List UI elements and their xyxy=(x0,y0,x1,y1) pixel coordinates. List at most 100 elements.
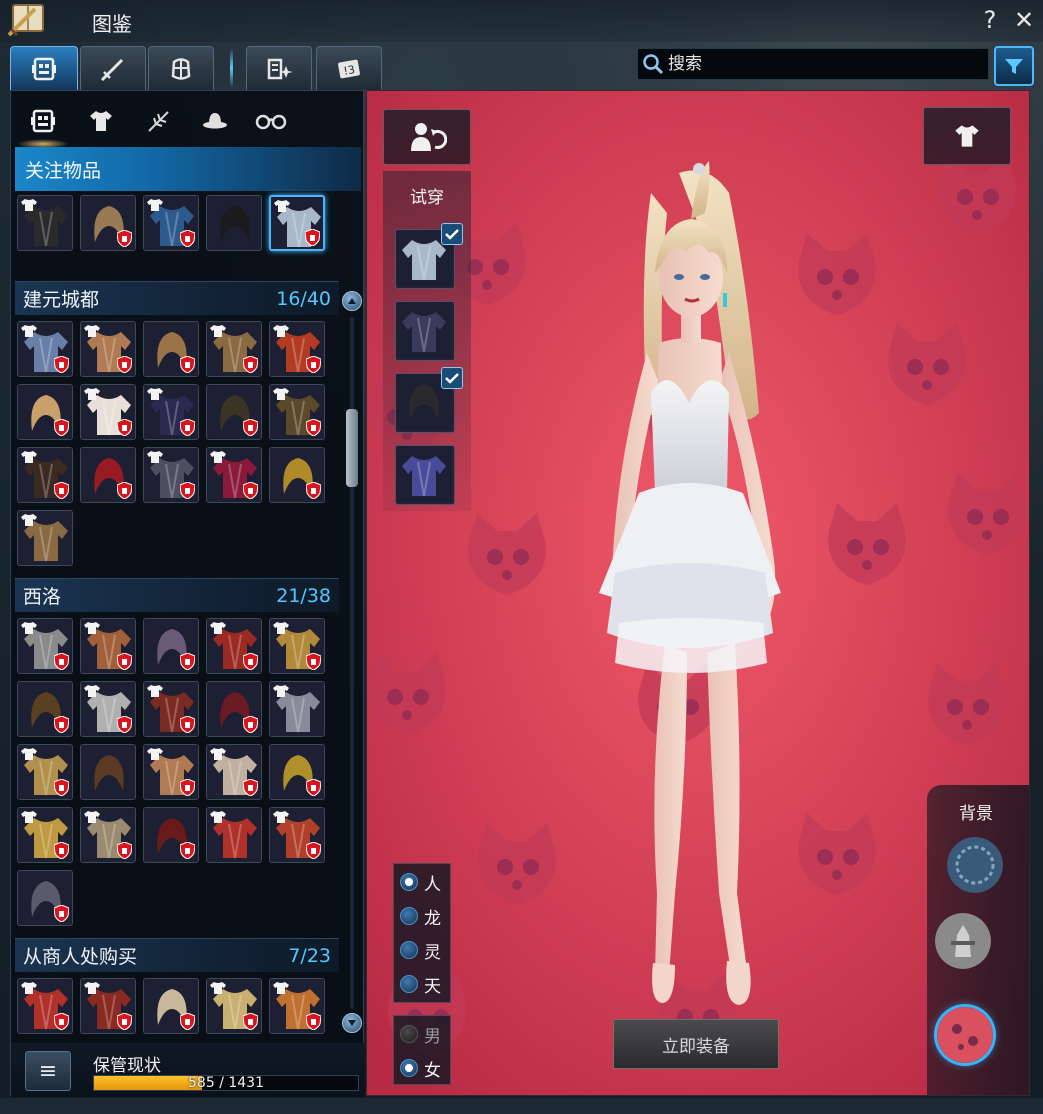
collection-item-slot[interactable] xyxy=(206,978,262,1034)
subtab-glasses[interactable] xyxy=(251,101,291,141)
help-button[interactable]: ? xyxy=(976,6,1004,34)
collection-item-slot[interactable] xyxy=(143,384,199,440)
radio-button[interactable] xyxy=(400,907,418,925)
filter-button[interactable] xyxy=(994,46,1034,86)
collection-item-slot[interactable] xyxy=(269,447,325,503)
collection-item-slot[interactable] xyxy=(269,744,325,800)
radio-button[interactable] xyxy=(400,1059,418,1077)
collection-item-slot[interactable] xyxy=(80,447,136,503)
radio-button[interactable] xyxy=(400,941,418,959)
collection-item-slot[interactable] xyxy=(269,978,325,1034)
background-option-tower[interactable] xyxy=(935,913,991,969)
section-header[interactable]: 从商人处购买 7/23 xyxy=(15,938,339,972)
collection-item-slot[interactable] xyxy=(269,321,325,377)
collection-item-slot[interactable] xyxy=(17,510,73,566)
try-on-slot-glasses[interactable] xyxy=(395,445,455,505)
collection-item-slot[interactable] xyxy=(17,618,73,674)
scroll-thumb[interactable] xyxy=(346,409,358,487)
radio-button[interactable] xyxy=(400,1025,418,1043)
lock-icon xyxy=(305,229,320,246)
section-header[interactable]: 西洛 21/38 xyxy=(15,578,339,612)
game-hud-strip xyxy=(0,1098,1043,1114)
collection-item-slot[interactable] xyxy=(206,618,262,674)
collection-item-slot[interactable] xyxy=(143,978,199,1034)
tab-card[interactable]: !3 xyxy=(316,46,382,90)
collection-item-slot[interactable] xyxy=(80,321,136,377)
search-box[interactable] xyxy=(637,48,989,80)
collection-item-slot[interactable] xyxy=(17,744,73,800)
collection-item-slot[interactable] xyxy=(206,681,262,737)
collection-item-slot[interactable] xyxy=(269,618,325,674)
collection-item-slot[interactable] xyxy=(80,807,136,863)
search-input[interactable] xyxy=(668,50,988,78)
section-header[interactable]: 建元城都 16/40 xyxy=(15,281,339,315)
outfit-marker-icon xyxy=(210,982,226,994)
gender-option[interactable]: 女 xyxy=(400,1054,441,1082)
collection-item-slot[interactable] xyxy=(143,807,199,863)
collection-item-slot[interactable] xyxy=(143,681,199,737)
favorite-item-slot[interactable] xyxy=(80,195,136,251)
collection-item-slot[interactable] xyxy=(206,384,262,440)
race-option[interactable]: 龙 xyxy=(400,902,441,930)
radio-button[interactable] xyxy=(400,873,418,891)
favorite-item-slot[interactable] xyxy=(269,195,325,251)
collection-item-slot[interactable] xyxy=(143,321,199,377)
menu-button[interactable]: ≡ xyxy=(25,1051,71,1091)
collection-item-slot[interactable] xyxy=(206,744,262,800)
collection-item-slot[interactable] xyxy=(269,384,325,440)
subtab-hat[interactable] xyxy=(195,101,235,141)
favorite-item-slot[interactable] xyxy=(143,195,199,251)
collection-item-slot[interactable] xyxy=(17,978,73,1034)
favorite-item-slot[interactable] xyxy=(17,195,73,251)
try-on-checkbox[interactable] xyxy=(441,223,463,245)
gender-option[interactable]: 男 xyxy=(400,1020,441,1048)
subtab-accessory[interactable] xyxy=(139,101,179,141)
collection-item-slot[interactable] xyxy=(80,618,136,674)
tab-armor[interactable] xyxy=(148,46,214,90)
favorite-item-slot[interactable] xyxy=(206,195,262,251)
scroll-down-button[interactable] xyxy=(342,1013,362,1033)
collection-item-slot[interactable] xyxy=(269,681,325,737)
race-option[interactable]: 人 xyxy=(400,868,441,896)
collection-item-slot[interactable] xyxy=(17,321,73,377)
tab-outfit[interactable] xyxy=(246,46,312,90)
collection-item-slot[interactable] xyxy=(17,384,73,440)
collection-item-slot[interactable] xyxy=(206,807,262,863)
race-option[interactable]: 灵 xyxy=(400,936,441,964)
collection-item-slot[interactable] xyxy=(17,447,73,503)
subtab-all[interactable] xyxy=(17,101,69,149)
tab-weapon[interactable] xyxy=(80,46,146,90)
collection-item-slot[interactable] xyxy=(80,681,136,737)
collection-item-slot[interactable] xyxy=(80,384,136,440)
outfit-view-button[interactable] xyxy=(923,107,1011,165)
scrollbar[interactable] xyxy=(342,291,362,1037)
collection-item-slot[interactable] xyxy=(143,447,199,503)
character-preview[interactable]: 试穿 人 龙 灵 天 男 女 立即装备 背景 xyxy=(366,90,1030,1096)
collection-item-slot[interactable] xyxy=(80,744,136,800)
section-title: 西洛 xyxy=(23,586,62,608)
background-option-pink-cats[interactable] xyxy=(937,1007,993,1063)
try-on-slot-accessory[interactable] xyxy=(395,301,455,361)
race-option[interactable]: 天 xyxy=(400,970,441,998)
equip-now-button[interactable]: 立即装备 xyxy=(613,1019,779,1069)
collection-item-slot[interactable] xyxy=(206,447,262,503)
collection-item-slot[interactable] xyxy=(143,744,199,800)
lock-icon xyxy=(243,779,258,796)
collection-item-slot[interactable] xyxy=(143,618,199,674)
subtab-outfit[interactable] xyxy=(81,101,121,141)
tab-collection[interactable] xyxy=(10,46,78,90)
collection-item-slot[interactable] xyxy=(17,807,73,863)
lock-icon xyxy=(243,716,258,733)
collection-item-slot[interactable] xyxy=(206,321,262,377)
scroll-up-button[interactable] xyxy=(342,291,362,311)
rotate-character-button[interactable] xyxy=(383,109,471,165)
collection-item-slot[interactable] xyxy=(80,978,136,1034)
try-on-checkbox[interactable] xyxy=(441,367,463,389)
collection-item-slot[interactable] xyxy=(17,681,73,737)
close-button[interactable]: ✕ xyxy=(1010,6,1038,34)
lock-icon xyxy=(306,653,321,670)
radio-button[interactable] xyxy=(400,975,418,993)
collection-item-slot[interactable] xyxy=(269,807,325,863)
background-option-pattern[interactable] xyxy=(947,837,1003,893)
collection-item-slot[interactable] xyxy=(17,870,73,926)
